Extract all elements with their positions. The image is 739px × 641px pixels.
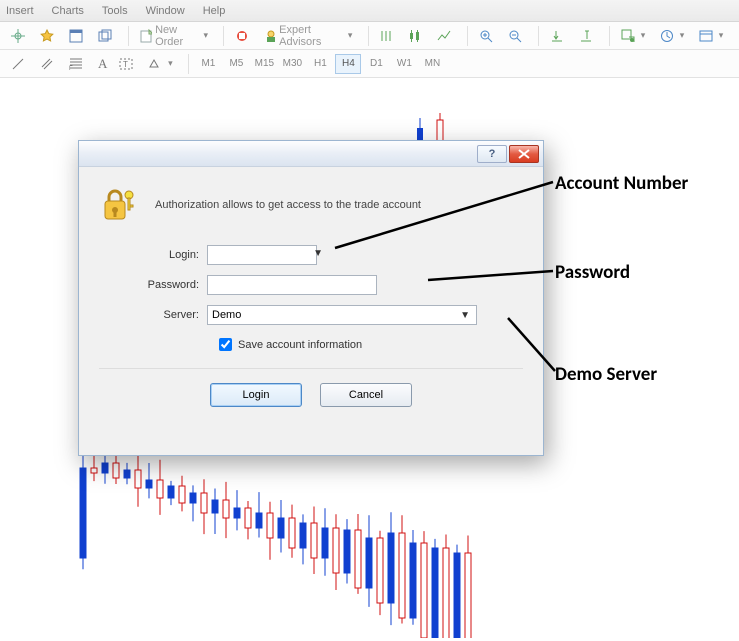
dialog-titlebar: ? xyxy=(79,141,543,167)
tf-m5[interactable]: M5 xyxy=(223,54,249,74)
svg-text:F: F xyxy=(69,66,73,71)
help-button[interactable]: ? xyxy=(477,145,507,163)
templates-icon[interactable]: ▾ xyxy=(694,25,731,47)
login-dropdown-caret[interactable]: ▼ xyxy=(313,248,323,259)
window-tile-icon[interactable] xyxy=(64,25,91,47)
annotation-account-number: Account Number xyxy=(555,172,688,195)
menu-charts[interactable]: Charts xyxy=(52,5,84,17)
auth-message: Authorization allows to get access to th… xyxy=(155,199,421,211)
svg-text:T: T xyxy=(123,60,128,69)
autotrading-icon[interactable] xyxy=(230,25,257,47)
chart-bars-icon[interactable] xyxy=(374,25,401,47)
server-combobox[interactable]: Demo ▼ xyxy=(207,305,477,325)
tf-w1[interactable]: W1 xyxy=(391,54,417,74)
text-label-icon[interactable]: A xyxy=(93,53,112,75)
login-dialog: ? Authorization allows to get access to … xyxy=(78,140,544,456)
text-tool-icon[interactable]: T xyxy=(114,53,141,75)
lock-keys-icon xyxy=(99,185,139,225)
close-button[interactable] xyxy=(509,145,539,163)
menubar: Insert Charts Tools Window Help xyxy=(0,0,739,22)
zoom-in-icon[interactable] xyxy=(474,25,501,47)
window-cascade-icon[interactable] xyxy=(93,25,120,47)
expert-advisors-button[interactable]: Expert Advisors ▾ xyxy=(259,25,360,47)
chart-candles-icon[interactable] xyxy=(403,25,430,47)
server-dropdown-caret[interactable]: ▼ xyxy=(460,310,472,321)
login-label: Login: xyxy=(99,249,207,261)
menu-window[interactable]: Window xyxy=(146,5,185,17)
tf-m1[interactable]: M1 xyxy=(195,54,221,74)
new-order-button[interactable]: New Order ▾ xyxy=(135,25,215,47)
server-value: Demo xyxy=(212,309,241,321)
new-order-label: New Order xyxy=(155,24,201,48)
auto-scroll-icon[interactable] xyxy=(545,25,572,47)
save-account-label: Save account information xyxy=(238,339,362,351)
menu-help[interactable]: Help xyxy=(203,5,226,17)
trendline-icon[interactable] xyxy=(6,53,33,75)
zoom-out-icon[interactable] xyxy=(503,25,530,47)
toolbar-main: New Order ▾ Expert Advisors ▾ ▾ ▾ ▾ xyxy=(0,22,739,50)
tf-m15[interactable]: M15 xyxy=(251,54,277,74)
tf-m30[interactable]: M30 xyxy=(279,54,305,74)
server-label: Server: xyxy=(99,309,207,321)
chart-line-icon[interactable] xyxy=(432,25,459,47)
tf-h4[interactable]: H4 xyxy=(335,54,361,74)
expert-advisors-label: Expert Advisors xyxy=(279,24,346,48)
menu-insert[interactable]: Insert xyxy=(6,5,34,17)
cancel-button[interactable]: Cancel xyxy=(320,383,412,407)
divider xyxy=(99,368,523,369)
tf-h1[interactable]: H1 xyxy=(307,54,333,74)
annotation-demo-server: Demo Server xyxy=(555,363,657,386)
save-account-checkbox[interactable] xyxy=(219,338,232,351)
equidistant-channel-icon[interactable] xyxy=(35,53,62,75)
login-input[interactable] xyxy=(207,245,317,265)
favorite-icon[interactable] xyxy=(35,25,62,47)
login-button[interactable]: Login xyxy=(210,383,302,407)
tf-mn[interactable]: MN xyxy=(419,54,445,74)
toolbar-drawing: F A T ▾ M1 M5 M15 M30 H1 H4 D1 W1 MN xyxy=(0,50,739,78)
periodicity-icon[interactable]: ▾ xyxy=(655,25,692,47)
shapes-icon[interactable]: ▾ xyxy=(143,53,180,75)
indicators-icon[interactable]: ▾ xyxy=(616,25,653,47)
password-label: Password: xyxy=(99,279,207,291)
tf-d1[interactable]: D1 xyxy=(363,54,389,74)
password-input[interactable] xyxy=(207,275,377,295)
chart-shift-icon[interactable] xyxy=(574,25,601,47)
fibonacci-icon[interactable]: F xyxy=(64,53,91,75)
crosshair-icon[interactable] xyxy=(6,25,33,47)
annotation-password: Password xyxy=(555,261,630,284)
menu-tools[interactable]: Tools xyxy=(102,5,128,17)
